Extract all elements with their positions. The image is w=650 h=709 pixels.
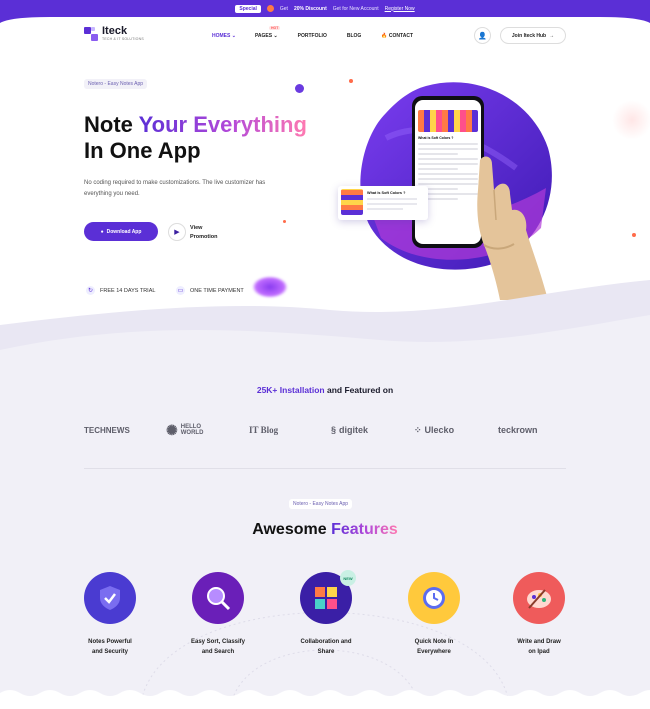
installation-heading: 25K+ Installation and Featured on xyxy=(256,385,394,395)
nav-item-pages[interactable]: PAGES ⌄ HOT xyxy=(255,26,281,39)
new-badge: NEW xyxy=(340,570,356,586)
register-link[interactable]: Register Now xyxy=(385,6,415,12)
hero-chip: Notero - Easy Notes App xyxy=(84,79,148,89)
magnifier-icon xyxy=(192,572,244,624)
promo-suffix: Get for New Account xyxy=(332,5,379,12)
card-artwork xyxy=(341,189,363,215)
arrow-right-icon: → xyxy=(549,32,555,39)
nav-item-blog[interactable]: BLOG xyxy=(347,33,361,39)
apple-icon: ● xyxy=(100,228,104,235)
feature-security: Notes Powerful and Security xyxy=(65,572,155,657)
user-account-button[interactable]: 👤 xyxy=(474,27,491,44)
feature-write-draw: Write and Draw on Ipad xyxy=(494,572,584,657)
soft-colors-card: What Is Soft Colors ? xyxy=(338,186,428,220)
decor-dot xyxy=(632,233,636,237)
user-icon: 👤 xyxy=(478,32,487,40)
section-divider xyxy=(84,468,566,469)
brand-tagline: TECH & IT SOLUTIONS xyxy=(102,37,144,41)
decor-glow xyxy=(612,100,650,140)
section-wave xyxy=(0,280,650,370)
partner-logo-ulecko[interactable]: ⁘ Ulecko xyxy=(414,418,454,442)
partner-logo-itblog[interactable]: IT Blog xyxy=(249,418,278,442)
decor-dot xyxy=(349,79,353,83)
promo-prefix: Get xyxy=(279,5,288,12)
partner-logos: TECHNEWS ✺ HELLO WORLD IT Blog § digitek ⁘… xyxy=(84,418,550,442)
hero-description: No coding required to make customization… xyxy=(84,180,266,197)
feature-sort-search: Easy Sort, Classify and Search xyxy=(173,572,263,657)
download-app-button[interactable]: ● Download App xyxy=(84,222,158,241)
fire-icon: 🔥 xyxy=(381,33,388,39)
brand-logo[interactable]: Iteck TECH & IT SOLUTIONS xyxy=(84,26,144,41)
join-hub-button[interactable]: Join Iteck Hub → xyxy=(500,27,566,44)
hero-title: Note Your Everything In One App xyxy=(84,112,307,163)
nav-item-portfolio[interactable]: PORTFOLIO xyxy=(298,33,327,39)
nav-item-homes[interactable]: HOMES ⌄ xyxy=(212,33,236,39)
play-video-button[interactable]: ▶ xyxy=(168,223,186,241)
view-promotion-link[interactable]: View Promotion xyxy=(190,224,218,242)
promo-bar: Special Get 20% Discount Get for New Acc… xyxy=(0,0,650,17)
main-nav: Iteck TECH & IT SOLUTIONS HOMES ⌄ PAGES … xyxy=(0,22,650,50)
bottom-scallop xyxy=(0,690,650,709)
decor-dot xyxy=(295,84,304,93)
puzzle-icon: NEW xyxy=(300,570,356,624)
partner-logo-helloworld[interactable]: ✺ HELLO WORLD xyxy=(166,418,211,442)
decor-dot xyxy=(283,220,286,223)
partner-logo-teckrown[interactable]: teckrown xyxy=(498,418,538,442)
play-icon: ▶ xyxy=(174,229,180,236)
nav-item-contact[interactable]: 🔥 CONTACT xyxy=(381,33,413,39)
brand-name: Iteck xyxy=(102,25,128,37)
feature-collaboration: NEW Collaboration and Share xyxy=(281,570,371,657)
promo-badge: Special xyxy=(235,4,261,13)
fire-icon xyxy=(266,5,274,12)
promo-discount: 20% Discount xyxy=(293,5,327,12)
swirl-icon: § xyxy=(331,425,337,435)
palette-icon xyxy=(513,572,565,624)
features-title: Awesome Features xyxy=(252,521,398,538)
shield-check-icon xyxy=(84,572,136,624)
logo-mark-icon xyxy=(84,26,98,41)
sunburst-icon: ✺ xyxy=(166,422,178,438)
partner-logo-technews[interactable]: TECHNEWS xyxy=(84,418,130,442)
partner-logo-digitek[interactable]: § digitek xyxy=(331,418,368,442)
nav-menu: HOMES ⌄ PAGES ⌄ HOT PORTFOLIO BLOG 🔥 CONT… xyxy=(212,26,413,39)
ulecko-mark-icon: ⁘ xyxy=(414,424,422,435)
screen-artwork xyxy=(418,110,478,132)
feature-quick-note: Quick Note In Everywhere xyxy=(389,572,479,657)
hot-badge: HOT xyxy=(268,26,281,30)
features-chip: Notero - Easy Notes App xyxy=(289,499,353,509)
clock-icon xyxy=(408,572,460,624)
